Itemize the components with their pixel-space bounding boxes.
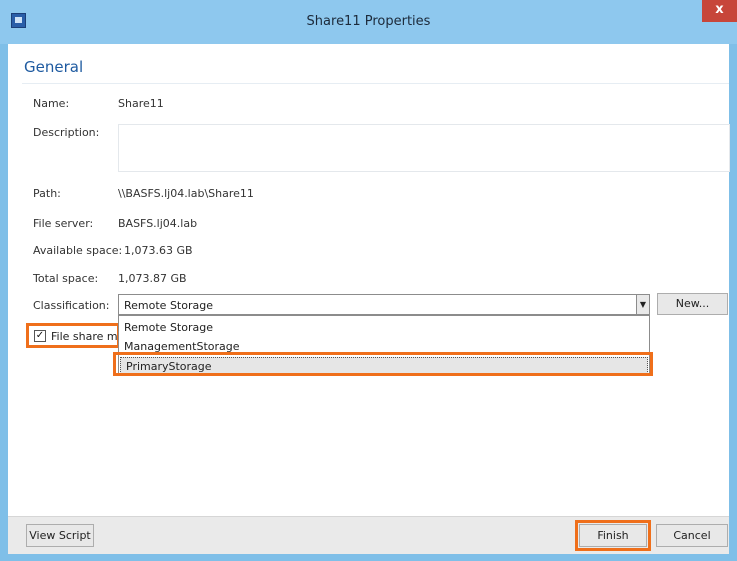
total-space-value: 1,073.87 GB bbox=[118, 272, 187, 285]
total-space-label: Total space: bbox=[33, 272, 99, 285]
finish-button[interactable]: Finish bbox=[579, 524, 647, 547]
path-label: Path: bbox=[33, 187, 61, 200]
cancel-button[interactable]: Cancel bbox=[656, 524, 728, 547]
name-label: Name: bbox=[33, 97, 70, 110]
primary-storage-highlight bbox=[113, 352, 653, 376]
description-field[interactable] bbox=[118, 124, 730, 172]
classification-label: Classification: bbox=[33, 299, 110, 312]
file-server-label: File server: bbox=[33, 217, 94, 230]
section-divider bbox=[22, 83, 729, 84]
new-classification-button[interactable]: New... bbox=[657, 293, 728, 315]
section-title: General bbox=[24, 58, 84, 76]
name-value: Share11 bbox=[118, 97, 164, 110]
file-share-checkbox-label: File share ma bbox=[51, 330, 117, 343]
option-label: Remote Storage bbox=[124, 321, 213, 334]
file-server-value: BASFS.lj04.lab bbox=[118, 217, 198, 230]
classification-selected-value: Remote Storage bbox=[124, 299, 213, 312]
dropdown-option-remote-storage[interactable]: Remote Storage bbox=[119, 319, 649, 336]
available-space-value: 1,073.63 GB bbox=[124, 244, 193, 257]
chevron-down-icon[interactable]: ▼ bbox=[636, 294, 650, 315]
title-bar: Share11 Properties x bbox=[0, 0, 737, 44]
window-title: Share11 Properties bbox=[306, 14, 431, 29]
classification-combobox[interactable]: Remote Storage bbox=[118, 294, 648, 315]
file-share-checkbox[interactable]: ✓ bbox=[34, 330, 46, 342]
view-script-button[interactable]: View Script bbox=[26, 524, 94, 547]
description-label: Description: bbox=[33, 126, 100, 139]
close-button[interactable]: x bbox=[702, 0, 737, 22]
available-space-label: Available space: bbox=[33, 244, 123, 257]
path-value: \\BASFS.lj04.lab\Share11 bbox=[118, 187, 254, 200]
